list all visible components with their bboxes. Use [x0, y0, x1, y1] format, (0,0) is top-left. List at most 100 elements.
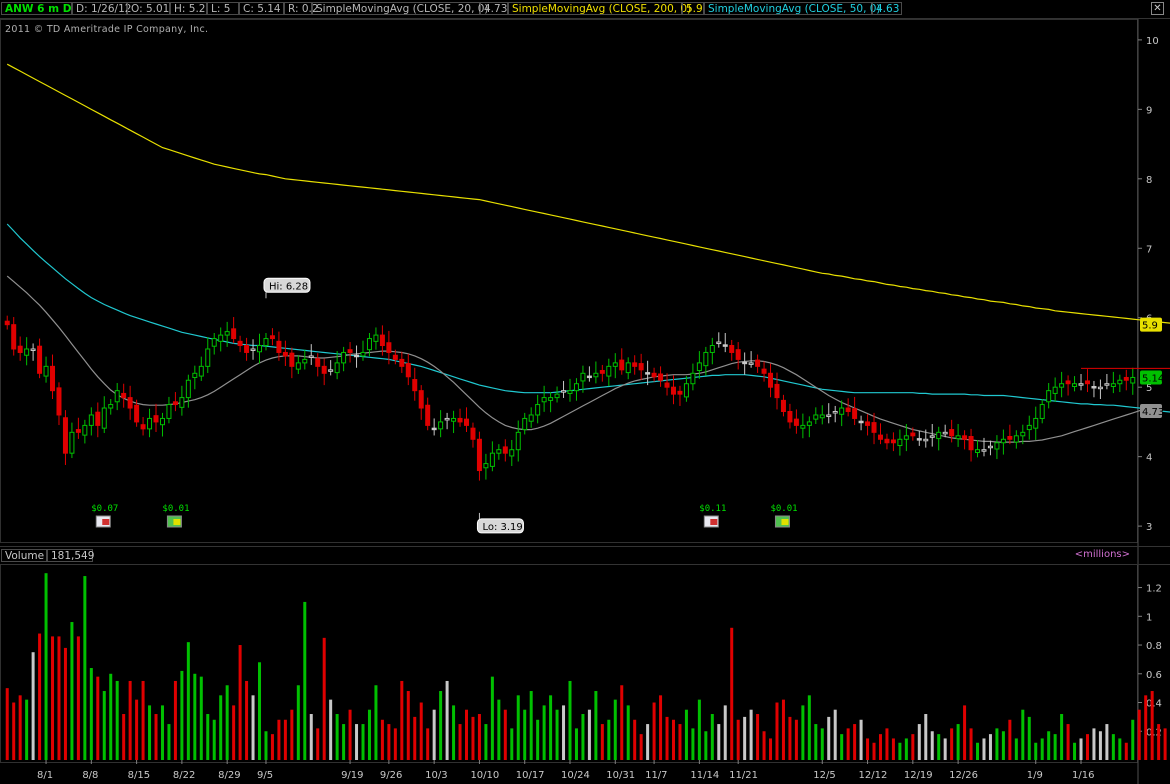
- candle-body: [839, 407, 845, 415]
- candle-body: [1007, 436, 1013, 440]
- date-axis-label: 10/31: [606, 770, 635, 781]
- volume-bar: [63, 647, 67, 760]
- candle-body: [606, 365, 612, 377]
- candle-body: [871, 422, 877, 433]
- candle-body: [464, 418, 470, 426]
- candle-body: [1130, 376, 1136, 384]
- candle-body: [1123, 376, 1129, 381]
- high-marker-label: Hi: 6.28: [269, 281, 308, 292]
- volume-bar: [1131, 719, 1135, 760]
- volume-bar: [911, 734, 915, 760]
- candle-body: [638, 363, 644, 371]
- price-volume-chart[interactable]: 345678910Hi: 6.28Lo: 3.19$0.07$0.01$0.11…: [0, 0, 1170, 784]
- candle-body: [444, 417, 450, 421]
- candle-body: [496, 449, 502, 454]
- volume-bar: [943, 738, 947, 760]
- volume-axis-label: 0.4: [1146, 699, 1162, 710]
- volume-bar: [697, 699, 701, 760]
- candle-body: [535, 404, 541, 416]
- volume-bar: [1150, 691, 1154, 760]
- volume-bar: [212, 719, 216, 760]
- volume-bar: [57, 636, 61, 760]
- volume-bar: [115, 680, 119, 760]
- volume-bar: [652, 702, 656, 760]
- volume-bar: [523, 709, 527, 760]
- volume-bar: [387, 724, 391, 760]
- candle-body: [1065, 380, 1071, 385]
- price-panel-frame: [0, 19, 1138, 543]
- candle-body: [62, 417, 68, 454]
- candle-body: [250, 348, 256, 351]
- volume-bar: [18, 695, 22, 760]
- volume-bar: [736, 719, 740, 760]
- volume-bar: [432, 709, 436, 760]
- volume-bar: [1092, 728, 1096, 760]
- volume-bar: [878, 734, 882, 760]
- volume-bar: [406, 691, 410, 760]
- volume-bar: [788, 716, 792, 760]
- candle-body: [975, 449, 981, 453]
- volume-bar: [840, 734, 844, 760]
- candle-body: [211, 338, 217, 347]
- volume-bar: [148, 705, 152, 760]
- candle-body: [826, 414, 832, 417]
- candle-body: [114, 390, 120, 403]
- candle-body: [955, 435, 961, 440]
- candle-body: [30, 348, 36, 351]
- candle-body: [852, 408, 858, 419]
- candle-body: [95, 411, 101, 426]
- volume-bar: [264, 731, 268, 760]
- candle-body: [780, 399, 786, 412]
- price-axis-label: 4: [1146, 453, 1152, 464]
- date-axis-label: 8/15: [128, 770, 150, 781]
- volume-axis-label: 1: [1146, 612, 1152, 623]
- candle-body: [1033, 417, 1039, 429]
- volume-bar: [38, 633, 42, 760]
- candle-body: [315, 358, 321, 367]
- close-price-bubble-text: 5.14: [1142, 373, 1164, 384]
- volume-bar: [516, 695, 520, 760]
- candle-body: [159, 417, 165, 426]
- candle-body: [748, 362, 754, 365]
- candle-body: [269, 335, 275, 340]
- candle-body: [1110, 383, 1116, 387]
- volume-axis-label: 0.6: [1146, 670, 1162, 681]
- volume-bar: [122, 714, 126, 760]
- volume-bar: [510, 728, 514, 760]
- candle-body: [231, 328, 237, 340]
- volume-bar: [251, 695, 255, 760]
- dividend-label: $0.01: [770, 504, 797, 514]
- volume-bar: [529, 691, 533, 760]
- volume-bar: [1021, 709, 1025, 760]
- volume-label[interactable]: Volume: [1, 549, 47, 562]
- volume-bar: [309, 714, 313, 760]
- candle-body: [612, 362, 618, 367]
- volume-bar: [904, 738, 908, 760]
- volume-bar: [1157, 724, 1161, 760]
- candle-body: [677, 390, 683, 395]
- volume-bar: [827, 716, 831, 760]
- candle-body: [17, 345, 23, 353]
- volume-bar: [749, 709, 753, 760]
- volume-bar: [859, 719, 863, 760]
- candle-body: [806, 421, 812, 426]
- volume-bar: [141, 680, 145, 760]
- volume-bar: [316, 728, 320, 760]
- volume-bar: [296, 685, 300, 760]
- volume-bar: [393, 728, 397, 760]
- volume-bar: [633, 719, 637, 760]
- candle-body: [1039, 404, 1045, 419]
- volume-bar: [335, 714, 339, 760]
- volume-bar: [76, 636, 80, 760]
- date-axis-label: 10/17: [516, 770, 545, 781]
- candle-body: [793, 418, 799, 426]
- candle-body: [755, 359, 761, 367]
- candle-body: [515, 431, 521, 451]
- volume-bar: [607, 719, 611, 760]
- volume-bar: [801, 705, 805, 760]
- volume-bar: [678, 724, 682, 760]
- volume-header: Volume 181,549 <millions>: [0, 546, 1170, 565]
- candle-body: [198, 365, 204, 377]
- candle-body: [289, 352, 295, 367]
- volume-bar: [988, 734, 992, 760]
